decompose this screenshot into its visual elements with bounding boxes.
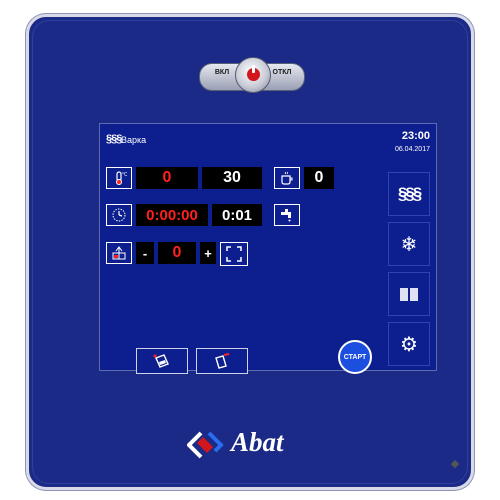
svg-text:°C: °C [122,172,127,178]
abat-logo: Abat [186,427,327,467]
temperature-set-field[interactable]: 0 [136,167,198,189]
wash-icon [153,354,169,368]
temperature-current-value: 30 [202,167,262,189]
snowflake-icon: ❄ [400,233,418,256]
humidity-value-field[interactable]: 0 [158,242,196,264]
steam-icon: §§§ [106,133,122,145]
settings-button[interactable]: ⚙ [388,322,430,366]
power-switch[interactable]: ВКЛ ОТКЛ [199,57,305,95]
power-knob[interactable] [235,57,271,93]
cup-icon[interactable] [274,167,300,189]
humidity-icon[interactable] [106,242,132,264]
mode-title: Варка [121,135,147,145]
tap-icon[interactable] [274,204,300,226]
clock-icon[interactable] [106,204,132,226]
humidity-increase-button[interactable]: + [200,242,216,264]
pour-button[interactable] [196,348,248,374]
touch-screen: §§§ Варка 23:00 06.04.2017 °C 0 30 0:00:… [99,123,437,374]
wash-button[interactable] [136,348,188,374]
cup-value: 0 [304,167,334,189]
thermometer-icon[interactable]: °C [106,167,132,189]
fullscreen-icon[interactable] [220,242,248,266]
clock-time: 23:00 [401,130,430,142]
book-icon [400,288,418,301]
timer-current-value: 0:01 [212,204,262,226]
cooling-button[interactable]: ❄ [388,222,430,266]
steam-mode-button[interactable]: §§§ [388,172,430,216]
resize-handle-icon[interactable]: ◆ [450,459,460,470]
gear-icon: ⚙ [400,333,418,356]
start-button[interactable]: СТАРТ [338,340,372,374]
clock-date: 06.04.2017 [394,146,430,153]
pour-icon [215,353,230,369]
power-on-label: ВКЛ [214,69,230,76]
power-off-label: ОТКЛ [272,69,292,76]
steam-icon: §§§ [397,184,422,203]
logo-text: Abat [231,427,284,457]
recipe-book-button[interactable] [388,272,430,316]
humidity-decrease-button[interactable]: - [136,242,154,264]
timer-set-field[interactable]: 0:00:00 [136,204,208,226]
power-indicator-icon [247,65,260,81]
logo-mark-icon [186,431,224,459]
oven-control-panel: ВКЛ ОТКЛ §§§ Варка 23:00 06.04.2017 °C 0… [26,14,474,490]
